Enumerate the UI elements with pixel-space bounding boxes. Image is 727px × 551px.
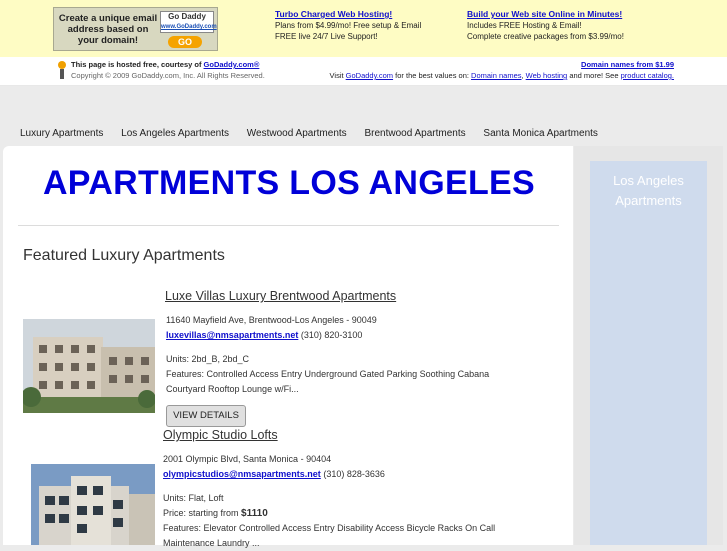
listing-email-link[interactable]: luxevillas@nmsapartments.net [166, 330, 298, 340]
promo-website-link[interactable]: Build your Web site Online in Minutes! [467, 9, 624, 20]
listing-title-olympic-studio[interactable]: Olympic Studio Lofts [163, 428, 278, 442]
promo-hosting-link[interactable]: Turbo Charged Web Hosting! [275, 9, 421, 20]
godaddy-ad-banner[interactable]: Create a unique email address based on y… [53, 7, 218, 51]
promo-website: Build your Web site Online in Minutes! I… [467, 9, 624, 42]
page-title: APARTMENTS LOS ANGELES [42, 164, 536, 202]
listing-units: Units: 2bd_B, 2bd_C [166, 354, 250, 364]
promo-hosting-line2: FREE live 24/7 Live Support! [275, 32, 378, 41]
sidebar-box: Los Angeles Apartments [590, 161, 707, 545]
building-photo-icon [31, 464, 155, 545]
visit-mid2: and more! See [569, 71, 619, 80]
right-sidebar: Los Angeles Apartments [574, 146, 723, 545]
listing-contact: olympicstudios@nmsapartments.net (310) 8… [163, 467, 523, 482]
sidebar-title[interactable]: Los Angeles Apartments [590, 171, 707, 211]
nav-los-angeles-apartments[interactable]: Los Angeles Apartments [121, 128, 229, 139]
listing-address: 11640 Mayfield Ave, Brentwood-Los Angele… [166, 315, 377, 325]
main-content: APARTMENTS LOS ANGELES Featured Luxury A… [3, 146, 573, 548]
godaddy-visit-link[interactable]: GoDaddy.com [346, 71, 393, 80]
promo-website-line1: Includes FREE Hosting & Email! [467, 21, 582, 30]
promo-website-line2: Complete creative packages from $3.99/mo… [467, 32, 624, 41]
listing-details-olympic-studio: 2001 Olympic Blvd, Santa Monica - 90404 … [163, 452, 523, 551]
logo-text: Go Daddy [168, 12, 206, 21]
listing-units: Units: Flat, Loft [163, 493, 224, 503]
hosting-notice: This page is hosted free, courtesy of Go… [71, 60, 259, 69]
listing-price: Price: starting from $1110 [163, 506, 523, 521]
go-button[interactable]: GO [168, 36, 202, 48]
featured-heading: Featured Luxury Apartments [23, 247, 225, 264]
ad-text: Create a unique email address based on y… [58, 13, 158, 46]
listing-photo-luxe-villas[interactable] [23, 319, 155, 413]
listing-address: 2001 Olympic Blvd, Santa Monica - 90404 [163, 454, 332, 464]
logo-url: www.GoDaddy.com [161, 24, 217, 30]
listing-phone: (310) 828-3636 [323, 469, 385, 479]
listing-phone: (310) 820-3100 [300, 330, 363, 340]
price-value: $1110 [241, 508, 268, 519]
promo-hosting-line1: Plans from $4.99/mo! Free setup & Email [275, 21, 422, 30]
godaddy-link[interactable]: GoDaddy.com® [204, 60, 260, 69]
nav-westwood-apartments[interactable]: Westwood Apartments [247, 128, 347, 139]
listing-contact: luxevillas@nmsapartments.net (310) 820-3… [166, 328, 526, 343]
visit-prefix: Visit [329, 71, 344, 80]
listing-photo-olympic-studio[interactable] [31, 464, 155, 545]
visit-mid: for the best values on: [395, 71, 469, 80]
title-divider [18, 225, 559, 226]
hosting-notice-bar: This page is hosted free, courtesy of Go… [0, 57, 727, 86]
nav-santa-monica-apartments[interactable]: Santa Monica Apartments [483, 128, 598, 139]
listing-details-luxe-villas: 11640 Mayfield Ave, Brentwood-Los Angele… [166, 313, 526, 397]
main-nav: Luxury Apartments Los Angeles Apartments… [20, 128, 613, 139]
price-label: Price: starting from [163, 508, 239, 518]
listing-features: Features: Controlled Access Entry Underg… [166, 369, 490, 394]
promo-hosting: Turbo Charged Web Hosting! Plans from $4… [275, 9, 421, 42]
view-details-button[interactable]: VIEW DETAILS [166, 405, 246, 427]
listing-features: Features: Elevator Controlled Access Ent… [163, 523, 496, 548]
godaddy-ad-bar: Create a unique email address based on y… [0, 0, 727, 57]
domain-names-link[interactable]: Domain names [471, 71, 521, 80]
product-catalog-link[interactable]: product catalog. [621, 71, 674, 80]
nav-luxury-apartments[interactable]: Luxury Apartments [20, 128, 103, 139]
copyright: Copyright © 2009 GoDaddy.com, Inc. All R… [71, 71, 265, 80]
listing-title-luxe-villas[interactable]: Luxe Villas Luxury Brentwood Apartments [165, 289, 396, 303]
web-hosting-link[interactable]: Web hosting [526, 71, 568, 80]
visit-links: Visit GoDaddy.com for the best values on… [329, 71, 674, 80]
hosting-notice-text: This page is hosted free, courtesy of [71, 60, 202, 69]
domain-names-promo-link[interactable]: Domain names from $1.99 [581, 60, 674, 69]
nav-brentwood-apartments[interactable]: Brentwood Apartments [364, 128, 465, 139]
building-photo-icon [23, 319, 155, 413]
godaddy-mascot-icon [58, 61, 66, 79]
listing-email-link[interactable]: olympicstudios@nmsapartments.net [163, 469, 321, 479]
godaddy-logo: Go Daddy www.GoDaddy.com [160, 11, 217, 33]
